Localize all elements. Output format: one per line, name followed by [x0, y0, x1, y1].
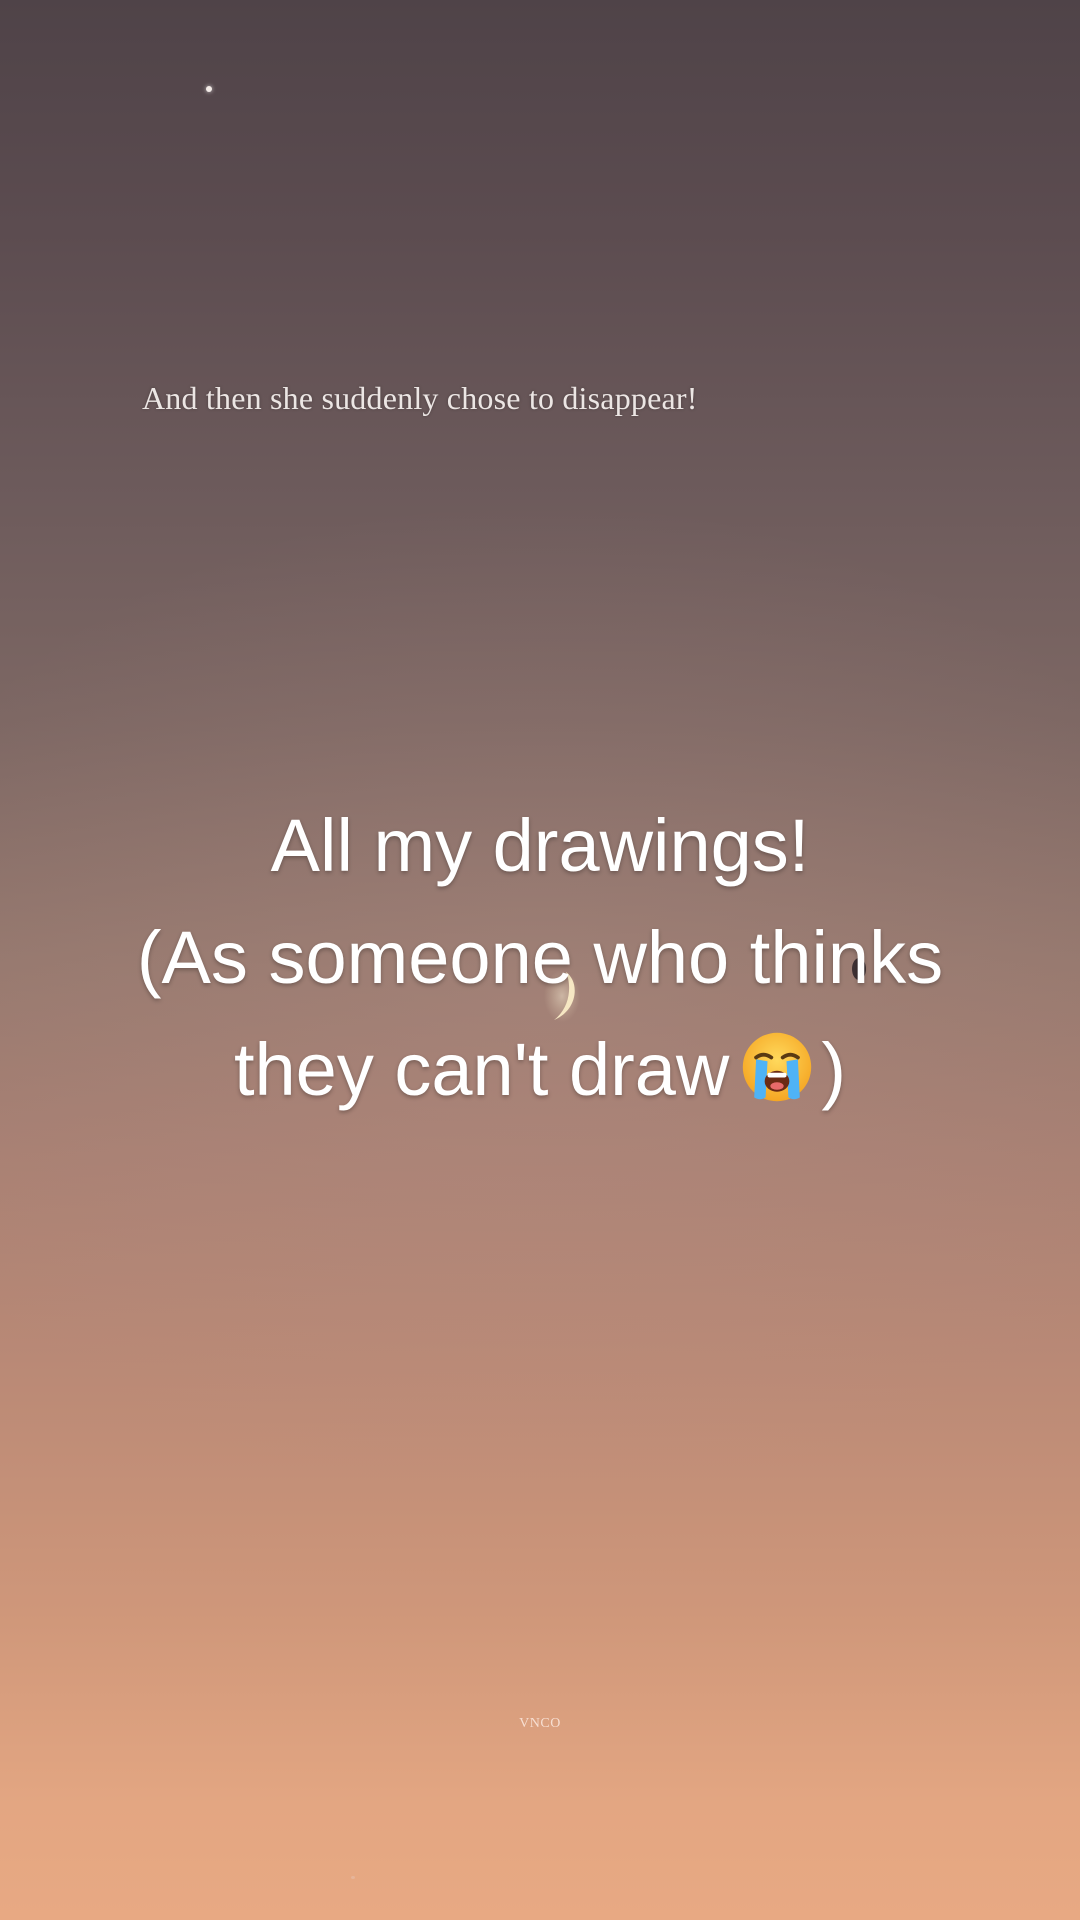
loudly-crying-face-icon — [743, 1032, 812, 1102]
overlay-caption: All my drawings! (As someone who thinks … — [40, 790, 1040, 1126]
video-caption: And then she suddenly chose to disappear… — [142, 380, 698, 416]
overlay-line-3-text: they can't draw — [233, 1028, 730, 1111]
overlay-line-3-close: ) — [821, 1028, 847, 1111]
watermark-text: VNCO — [519, 1716, 561, 1731]
star-icon — [206, 86, 212, 92]
overlay-line-3: they can't draw ) — [40, 1014, 1040, 1126]
overlay-line-2: (As someone who thinks — [136, 916, 944, 999]
overlay-line-1: All my drawings! — [270, 804, 810, 887]
faint-star-icon — [351, 1876, 355, 1879]
